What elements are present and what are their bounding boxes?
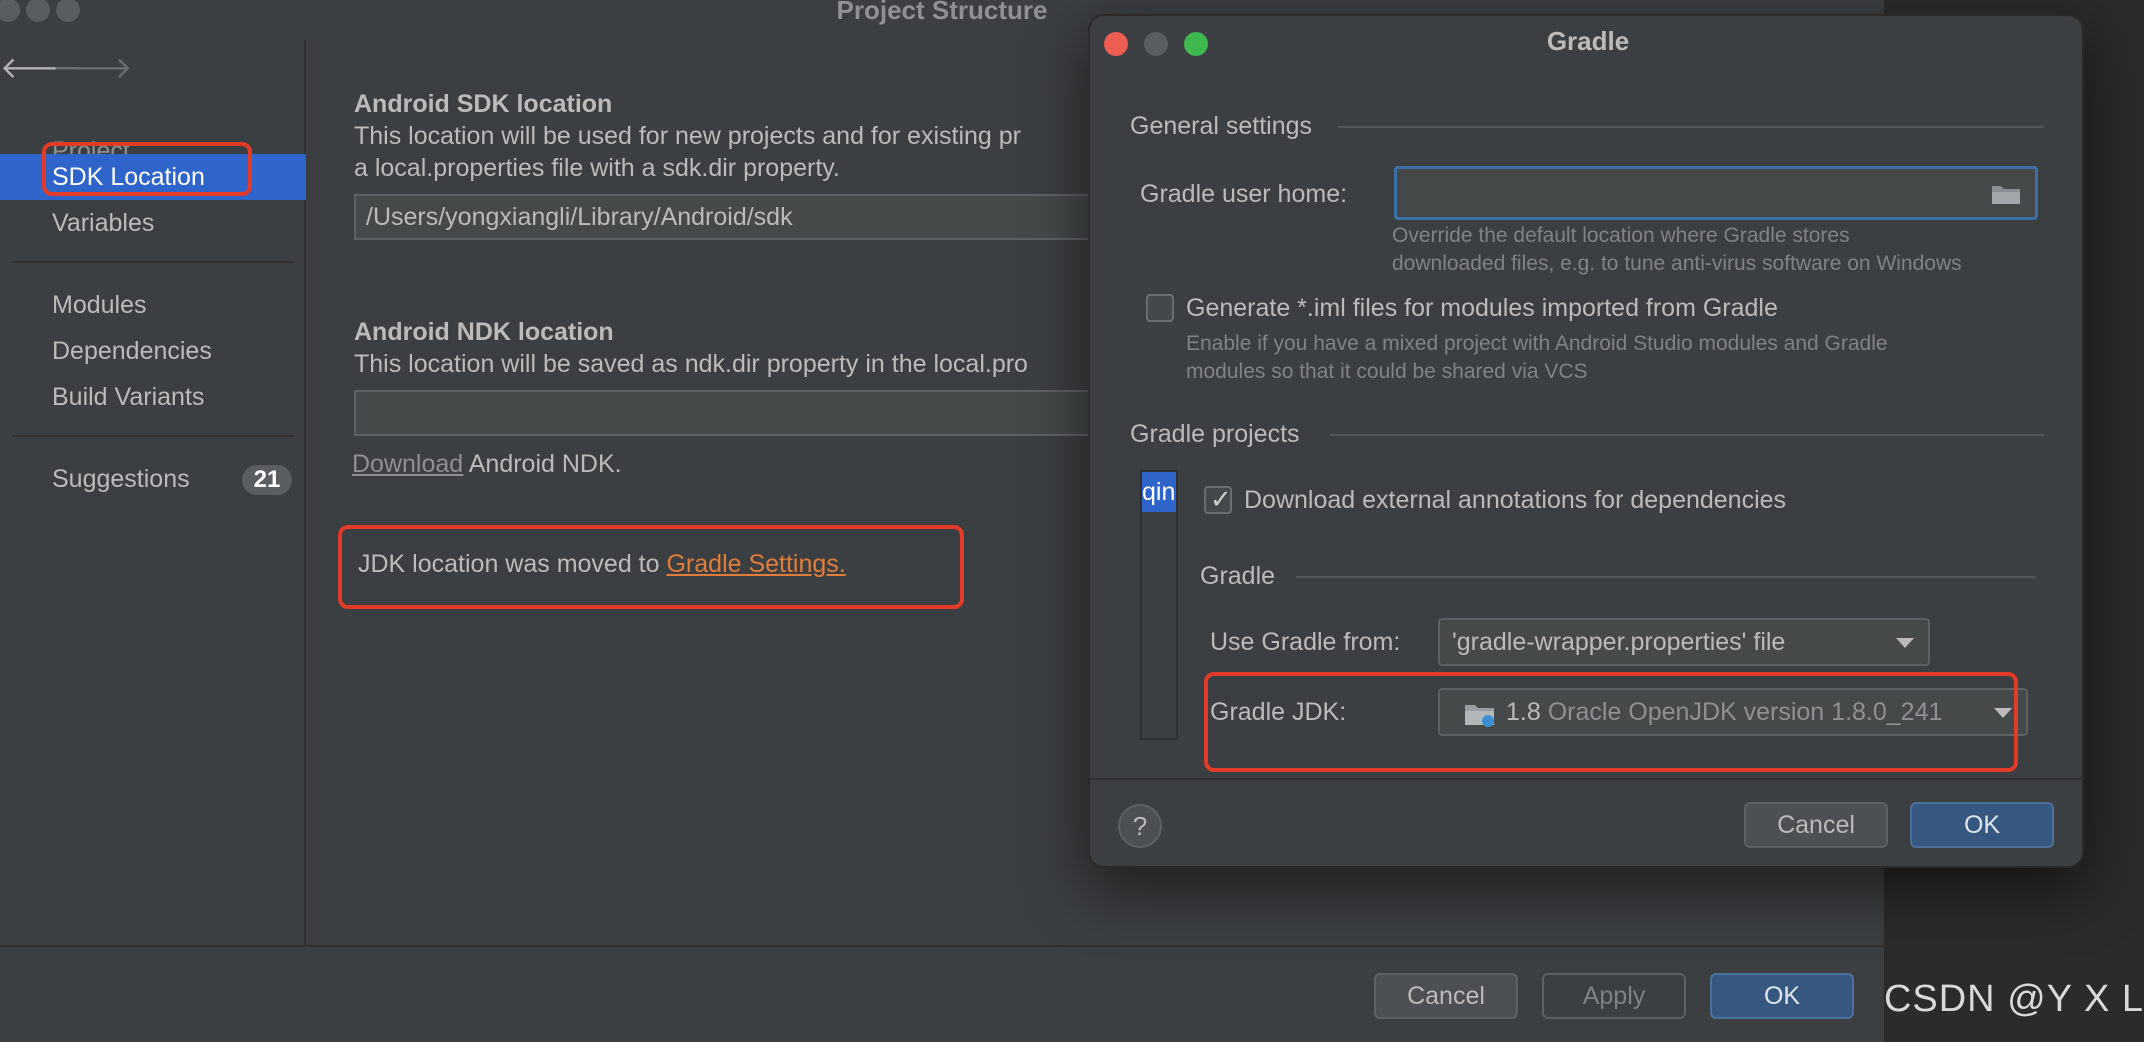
- android-sdk-path-field[interactable]: /Users/yongxiangli/Library/Android/sdk: [354, 194, 1154, 240]
- project-structure-footer: Cancel Apply OK: [0, 945, 1884, 1042]
- gradle-projects-list[interactable]: qin: [1140, 470, 1178, 740]
- highlight-jdk-notice: [338, 525, 964, 609]
- highlight-sdk-location: [42, 142, 252, 196]
- android-sdk-heading: Android SDK location: [354, 90, 613, 118]
- android-sdk-description-2: a local.properties file with a sdk.dir p…: [354, 154, 840, 182]
- chevron-down-icon: [1896, 638, 1914, 648]
- use-gradle-from-value: 'gradle-wrapper.properties' file: [1452, 628, 1786, 656]
- forward-arrow-icon[interactable]: 🡒: [52, 50, 132, 86]
- sidebar-item-label: Build Variants: [52, 383, 205, 411]
- generate-iml-hint: Enable if you have a mixed project with …: [1186, 332, 1888, 355]
- suggestions-count-badge: 21: [242, 465, 292, 495]
- sidebar-item-build-variants[interactable]: Build Variants: [0, 374, 306, 420]
- use-gradle-from-select[interactable]: 'gradle-wrapper.properties' file: [1438, 618, 1930, 666]
- general-settings-group-label: General settings: [1130, 112, 1313, 140]
- sidebar-item-dependencies[interactable]: Dependencies: [0, 328, 306, 374]
- android-sdk-description: This location will be used for new proje…: [354, 122, 1021, 150]
- download-ndk-line: Download Android NDK.: [352, 450, 622, 479]
- gradle-projects-group-label: Gradle projects: [1130, 420, 1300, 448]
- generate-iml-checkbox[interactable]: [1146, 294, 1174, 322]
- csdn-watermark: CSDN @Y X L: [1883, 978, 2144, 1020]
- highlight-gradle-jdk: [1204, 672, 2018, 772]
- sidebar-divider: [12, 261, 294, 263]
- sidebar-item-label: Dependencies: [52, 337, 212, 365]
- gradle-subgroup-label: Gradle: [1200, 562, 1276, 590]
- android-ndk-heading: Android NDK location: [354, 318, 614, 346]
- gradle-subgroup-divider: [1296, 576, 2036, 578]
- dialog-footer: ? Cancel OK: [1090, 778, 2082, 866]
- android-ndk-description: This location will be saved as ndk.dir p…: [354, 350, 1028, 378]
- download-annotations-label: Download external annotations for depend…: [1244, 486, 1787, 514]
- gradle-user-home-hint: Override the default location where Grad…: [1392, 224, 1850, 247]
- help-button[interactable]: ?: [1118, 804, 1162, 848]
- cancel-button[interactable]: Cancel: [1374, 973, 1518, 1019]
- use-gradle-from-label: Use Gradle from:: [1210, 628, 1401, 656]
- sidebar-item-variables[interactable]: Variables: [0, 200, 306, 246]
- checkmark-icon: ✓: [1210, 484, 1232, 514]
- generate-iml-hint-2: modules so that it could be shared via V…: [1186, 360, 1588, 383]
- dialog-ok-button[interactable]: OK: [1910, 802, 2054, 848]
- dialog-cancel-button[interactable]: Cancel: [1744, 802, 1888, 848]
- project-list-item[interactable]: qin: [1142, 472, 1176, 512]
- download-ndk-suffix: Android NDK.: [463, 450, 622, 478]
- sidebar-item-label: Variables: [52, 209, 155, 237]
- general-settings-divider: [1338, 126, 2044, 128]
- gradle-user-home-hint-2: downloaded files, e.g. to tune anti-viru…: [1392, 252, 1962, 275]
- sidebar-item-label: Suggestions: [52, 465, 190, 493]
- download-annotations-checkbox[interactable]: ✓: [1204, 484, 1232, 514]
- sidebar-divider: [12, 435, 294, 437]
- gradle-projects-divider: [1330, 434, 2044, 436]
- sidebar-item-label: Modules: [52, 291, 147, 319]
- ok-button[interactable]: OK: [1710, 973, 1854, 1019]
- download-ndk-link[interactable]: Download: [352, 450, 463, 478]
- sidebar-item-suggestions[interactable]: Suggestions 21: [0, 456, 306, 502]
- android-ndk-path-field[interactable]: [354, 390, 1154, 436]
- gradle-settings-dialog: Gradle General settings Gradle user home…: [1088, 14, 2084, 868]
- gradle-user-home-label: Gradle user home:: [1140, 180, 1348, 208]
- dialog-title: Gradle: [1546, 26, 1630, 56]
- generate-iml-label: Generate *.iml files for modules importe…: [1186, 294, 1778, 322]
- apply-button[interactable]: Apply: [1542, 973, 1686, 1019]
- folder-icon[interactable]: [1991, 183, 2021, 205]
- gradle-user-home-input[interactable]: [1394, 166, 2038, 220]
- sidebar-item-modules[interactable]: Modules: [0, 282, 306, 328]
